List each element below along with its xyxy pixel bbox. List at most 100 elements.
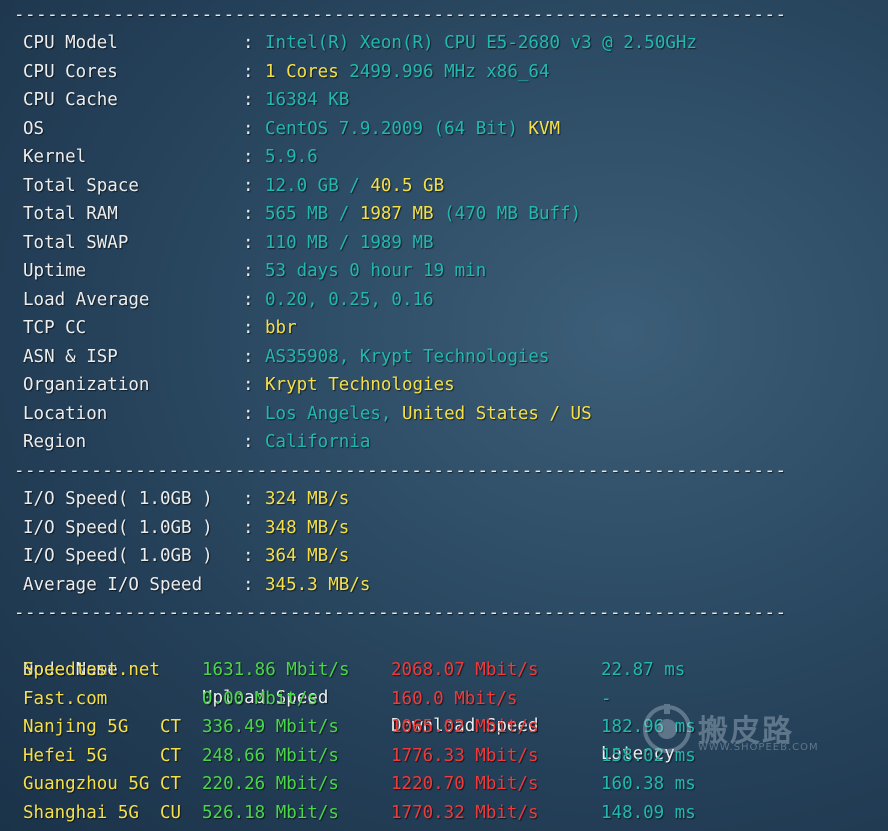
colon: : <box>243 261 254 281</box>
upload-speed: 220.26 Mbit/s <box>202 774 339 794</box>
node-isp: CU <box>160 802 182 823</box>
download-speed: 1770.32 Mbit/s <box>391 802 539 823</box>
value-segment: KVM <box>517 118 561 139</box>
terminal-window: ----------------------------------------… <box>0 0 888 831</box>
colon: : <box>243 432 254 452</box>
sysinfo-label: Total RAM <box>23 204 118 224</box>
sysinfo-row: TCP CC: bbr <box>0 314 888 342</box>
sysinfo-value: CentOS 7.9.2009 (64 Bit) KVM <box>265 115 560 143</box>
sysinfo-label: OS <box>23 118 45 139</box>
sysinfo-row: Total RAM:565 MB / 1987 MB (470 MB Buff) <box>0 200 888 228</box>
sysinfo-value: 1 Cores 2499.996 MHz x86_64 <box>265 58 549 86</box>
sysinfo-value: AS35908, Krypt Technologies <box>265 343 549 371</box>
sysinfo-label: Organization <box>23 375 150 395</box>
sysinfo-row: Organization: Krypt Technologies <box>0 371 888 399</box>
sysinfo-row: CPU Model: Intel(R) Xeon(R) CPU E5-2680 v… <box>0 29 888 57</box>
value-segment: 53 days 0 hour 19 min <box>265 261 487 281</box>
watermark-subtext: WWW.SHOPEEB.COM <box>698 742 819 753</box>
sysinfo-value: Intel(R) Xeon(R) CPU E5-2680 v3 @ 2.50GH… <box>265 29 697 57</box>
value-segment: Krypt Technologies <box>265 375 455 395</box>
sysinfo-row: Uptime:53 days 0 hour 19 min <box>0 257 888 285</box>
value-segment: 40.5 GB <box>370 175 445 196</box>
sysinfo-value: Krypt Technologies <box>265 371 455 399</box>
upload-speed: 1631.86 Mbit/s <box>202 660 350 680</box>
latency-value: 22.87 ms <box>601 660 686 680</box>
sysinfo-row: Location: Los Angeles, United States / US <box>0 400 888 428</box>
sysinfo-value: 5.9.6 <box>265 143 318 171</box>
sysinfo-value: 565 MB / 1987 MB (470 MB Buff) <box>265 200 581 228</box>
io-value: 364 MB/s <box>265 546 350 566</box>
sysinfo-value: 0.20, 0.25, 0.16 <box>265 286 434 314</box>
sysinfo-label: CPU Cache <box>23 90 118 110</box>
value-segment: California <box>265 432 371 452</box>
io-row: Average I/O Speed:345.3 MB/s <box>0 571 888 599</box>
value-segment: 1987 MB <box>359 204 434 224</box>
sysinfo-row: Total Space:12.0 GB / 40.5 GB <box>0 172 888 200</box>
io-value: 348 MB/s <box>265 517 350 538</box>
sysinfo-label: Kernel <box>23 147 87 167</box>
colon: : <box>243 489 254 509</box>
sysinfo-row: Load Average:0.20, 0.25, 0.16 <box>0 286 888 314</box>
colon: : <box>243 403 254 424</box>
colon: : <box>243 546 254 566</box>
io-row: I/O Speed( 1.0GB ):324 MB/s <box>0 485 888 513</box>
watermark-icon <box>643 704 691 753</box>
colon: : <box>243 375 254 395</box>
node-name: Guangzhou 5G <box>23 774 150 794</box>
sysinfo-row: OS: CentOS 7.9.2009 (64 Bit) KVM <box>0 115 888 143</box>
node-isp: CT <box>160 745 182 766</box>
upload-speed: 248.66 Mbit/s <box>202 745 339 766</box>
latency-value: 160.38 ms <box>601 774 696 794</box>
value-segment: United States / US <box>401 403 592 424</box>
sysinfo-value: bbr <box>265 314 297 342</box>
latency-value: - <box>601 688 612 709</box>
colon: : <box>243 574 254 595</box>
separator-line: ----------------------------------------… <box>14 5 787 25</box>
colon: : <box>243 175 254 196</box>
sysinfo-label: Uptime <box>23 261 87 281</box>
value-segment: 2499.996 MHz x86_64 <box>338 61 550 82</box>
download-speed: 160.0 Mbit/s <box>391 688 518 709</box>
sysinfo-label: ASN & ISP <box>23 346 118 367</box>
value-segment: 16384 KB <box>265 90 350 110</box>
speed-table-header: Node Name Upload Speed Download Speed La… <box>0 628 888 764</box>
sysinfo-row: Region: California <box>0 428 888 456</box>
sysinfo-value: Los Angeles, United States / US <box>265 400 592 428</box>
io-value: 324 MB/s <box>265 489 350 509</box>
colon: : <box>243 61 254 82</box>
sysinfo-value: 16384 KB <box>265 86 349 114</box>
io-label: Average I/O Speed <box>23 574 203 595</box>
sysinfo-value: 53 days 0 hour 19 min <box>265 257 486 285</box>
upload-speed: 0.00 Mbit/s <box>202 688 318 709</box>
node-name: Fast.com <box>23 688 108 709</box>
upload-speed: 336.49 Mbit/s <box>202 717 339 737</box>
value-segment: AS35908, Krypt Technologies <box>265 346 550 367</box>
speed-row: Shanghai 5G CU 526.18 Mbit/s 1770.32 Mbit/s… <box>0 799 888 827</box>
io-row: I/O Speed( 1.0GB ):364 MB/s <box>0 542 888 570</box>
colon: : <box>243 346 254 367</box>
node-name: Nanjing 5G <box>23 717 129 737</box>
speed-row: Speedtest.net 1631.86 Mbit/s 2068.07 Mbit/… <box>0 656 888 684</box>
download-speed: 1220.70 Mbit/s <box>391 774 539 794</box>
node-isp: CT <box>160 774 182 794</box>
node-name: Hefei 5G <box>23 745 108 766</box>
sysinfo-label: TCP CC <box>23 318 87 338</box>
colon: : <box>243 33 254 53</box>
io-value: 345.3 MB/s <box>265 574 371 595</box>
download-speed: 1065.02 Mbit/s <box>391 717 539 737</box>
sysinfo-row: CPU Cores:1 Cores 2499.996 MHz x86_64 <box>0 58 888 86</box>
value-segment: 1 Cores <box>265 61 339 82</box>
sysinfo-label: Total SWAP <box>23 232 129 253</box>
separator-line: ----------------------------------------… <box>14 461 787 481</box>
colon: : <box>243 232 254 253</box>
sysinfo-label: CPU Model <box>23 33 118 53</box>
download-speed: 2068.07 Mbit/s <box>391 660 539 680</box>
value-segment: 5.9.6 <box>265 147 318 167</box>
sysinfo-value: 110 MB / 1989 MB <box>265 229 434 257</box>
sysinfo-label: CPU Cores <box>23 61 118 82</box>
sysinfo-value: California <box>265 428 370 456</box>
colon: : <box>243 204 254 224</box>
sysinfo-value: 12.0 GB / 40.5 GB <box>265 172 444 200</box>
io-label: I/O Speed( 1.0GB ) <box>23 546 213 566</box>
sysinfo-row: Total SWAP:110 MB / 1989 MB <box>0 229 888 257</box>
